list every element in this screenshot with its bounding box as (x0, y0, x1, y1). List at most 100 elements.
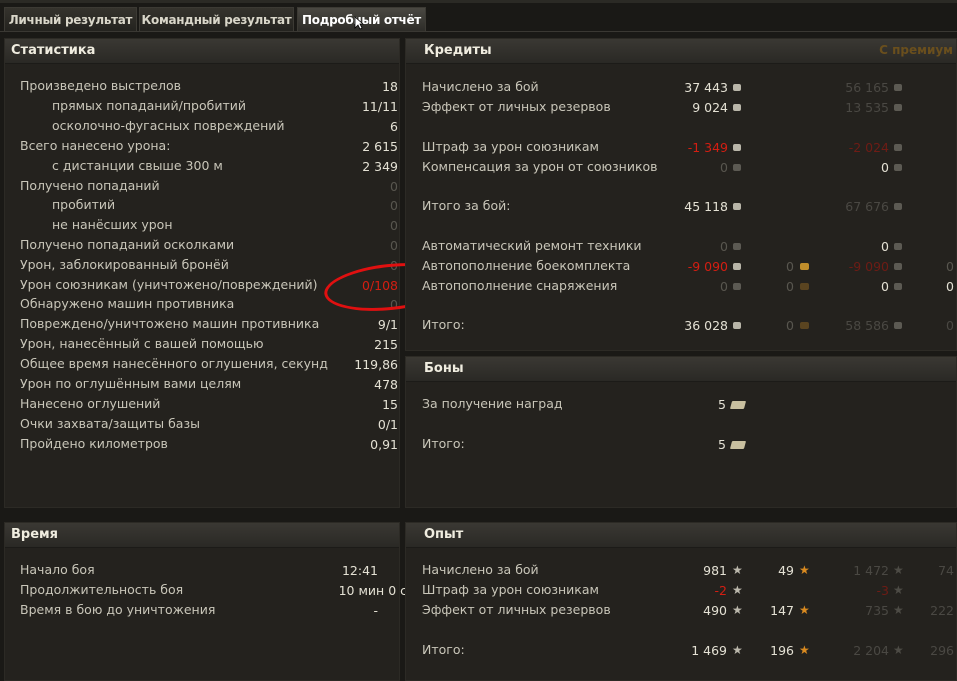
star-icon: ★ (732, 643, 743, 657)
premium-credit-value: 0 (881, 160, 889, 175)
credit-coin-icon (733, 84, 741, 91)
experience-header: Опыт (406, 523, 956, 548)
premium-xp-value: 2 204 (853, 643, 889, 658)
credit-value: 37 443 (684, 80, 728, 95)
credit-coin-icon (894, 203, 902, 210)
credits-title: Кредиты (424, 43, 492, 58)
credit-coin-icon (894, 263, 902, 270)
credit-value: 9 024 (692, 100, 728, 115)
bond-value: 5 (718, 397, 726, 412)
premium-credit-value: 56 165 (845, 80, 889, 95)
gold-value: 0 (786, 318, 794, 333)
premium-xp-value: 1 472 (853, 563, 889, 578)
free-xp-star-icon: ★ (799, 563, 810, 577)
time-header: Время (5, 523, 399, 548)
free-xp-star-icon: ★ (799, 643, 810, 657)
credit-coin-icon (733, 104, 741, 111)
xp-value: 1 469 (691, 643, 727, 658)
premium-gold-value: 0 (946, 318, 954, 333)
credit-coin-icon (733, 283, 741, 290)
tab-personal-result[interactable]: Личный результат (4, 7, 137, 32)
mouse-cursor-icon (354, 16, 364, 30)
star-icon: ★ (893, 583, 904, 597)
credit-value: -1 349 (687, 140, 728, 155)
credit-coin-icon (894, 322, 902, 329)
star-icon: ★ (893, 643, 904, 657)
stat-value: 119,86 (354, 357, 398, 372)
xp-value: 981 (703, 563, 727, 578)
stat-value: 2 349 (362, 159, 398, 174)
gold-coin-icon (800, 322, 809, 329)
star-icon: ★ (732, 563, 743, 577)
star-icon: ★ (893, 563, 904, 577)
stat-value: 18 (382, 79, 398, 94)
credit-coin-icon (894, 144, 902, 151)
stat-value: 2 615 (362, 139, 398, 154)
premium-credit-value: 0 (881, 239, 889, 254)
stat-value: 0 (390, 179, 398, 194)
stat-value: 15 (382, 397, 398, 412)
credit-coin-icon (894, 243, 902, 250)
stat-value: 6 (390, 119, 398, 134)
credit-value: 0 (720, 279, 728, 294)
tab-team-result[interactable]: Командный результат (139, 7, 294, 32)
credit-coin-icon (733, 203, 741, 210)
bonds-panel: Боны (405, 356, 957, 508)
stat-value: 0/1 (377, 417, 398, 432)
premium-free-xp-value: 74 (938, 563, 954, 578)
free-xp-star-icon: ★ (799, 603, 810, 617)
credit-coin-icon (894, 283, 902, 290)
credit-coin-icon (894, 104, 902, 111)
time-title: Время (11, 527, 59, 542)
bond-icon (729, 441, 747, 449)
gold-value: 0 (786, 259, 794, 274)
credit-coin-icon (733, 243, 741, 250)
free-xp-value: 49 (778, 563, 794, 578)
credit-value: 36 028 (684, 318, 728, 333)
premium-column-label: С премиум (879, 43, 953, 57)
bond-icon (729, 401, 747, 409)
credit-coin-icon (894, 84, 902, 91)
star-icon: ★ (893, 603, 904, 617)
stat-value: 0 (390, 218, 398, 233)
credit-value: 45 118 (684, 199, 728, 214)
tab-underline (0, 31, 957, 32)
credit-value: 0 (720, 160, 728, 175)
premium-xp-value: 735 (865, 603, 889, 618)
free-xp-value: 147 (770, 603, 794, 618)
credit-value: -9 090 (687, 259, 728, 274)
credit-coin-icon (733, 144, 741, 151)
credit-coin-icon (733, 164, 741, 171)
free-xp-value: 196 (770, 643, 794, 658)
bond-value: 5 (718, 437, 726, 452)
xp-value: -2 (714, 583, 727, 598)
bonds-title: Боны (424, 361, 464, 376)
premium-credit-value: -9 090 (848, 259, 889, 274)
credit-coin-icon (894, 164, 902, 171)
experience-title: Опыт (424, 527, 464, 542)
top-strip (0, 0, 957, 3)
star-icon: ★ (732, 603, 743, 617)
premium-credit-value: 67 676 (845, 199, 889, 214)
stat-value: 215 (374, 337, 398, 352)
time-value: 10 мин 0 с (338, 583, 407, 598)
statistics-header: Статистика (5, 39, 399, 64)
premium-free-xp-value: 296 (930, 643, 954, 658)
gold-coin-icon (800, 263, 809, 270)
credit-coin-icon (733, 263, 741, 270)
credit-coin-icon (733, 322, 741, 329)
bonds-header: Боны (406, 357, 956, 382)
stat-value: 478 (374, 377, 398, 392)
gold-coin-icon (800, 283, 809, 290)
time-value: 12:41 (341, 563, 378, 578)
stat-value: 9/1 (377, 317, 398, 332)
gold-value: 0 (786, 279, 794, 294)
premium-credit-value: -2 024 (848, 140, 889, 155)
tab-bar: Личный результат Командный результат Под… (0, 4, 957, 32)
credit-value: 0 (720, 239, 728, 254)
time-value: - (373, 603, 378, 618)
statistics-title: Статистика (11, 43, 96, 58)
credits-header: Кредиты С премиум (406, 39, 956, 64)
stat-value: 0 (390, 198, 398, 213)
premium-gold-value: 0 (946, 259, 954, 274)
